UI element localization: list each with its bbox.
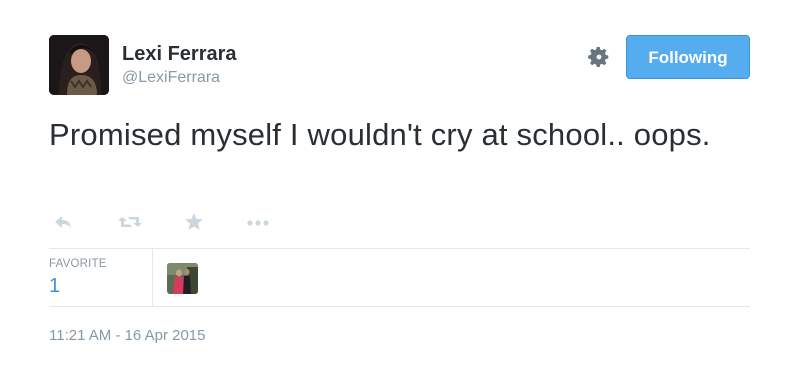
author-photo [49,35,109,95]
favoriter-photo [167,263,198,294]
stats-top-divider [49,248,750,249]
star-icon[interactable] [183,208,205,236]
following-button[interactable]: Following [626,35,750,79]
stats-bottom-divider [49,306,750,307]
tweet-text: Promised myself I wouldn't cry at school… [49,117,711,152]
stats-vertical-divider [152,249,153,306]
more-icon[interactable] [245,208,271,236]
tweet-timestamp[interactable]: 11:21 AM - 16 Apr 2015 [49,327,206,344]
author-name[interactable]: Lexi Ferrara [122,42,237,66]
gear-icon[interactable] [587,45,611,69]
tweet-actions [49,208,309,236]
favorite-label: FAVORITE [49,258,107,270]
author-handle[interactable]: @LexiFerrara [122,68,220,88]
retweet-icon[interactable] [117,208,143,236]
favorite-count[interactable]: 1 [49,275,60,298]
reply-icon[interactable] [53,208,73,236]
author-avatar[interactable] [49,35,109,95]
favoriter-avatar[interactable] [167,263,198,294]
